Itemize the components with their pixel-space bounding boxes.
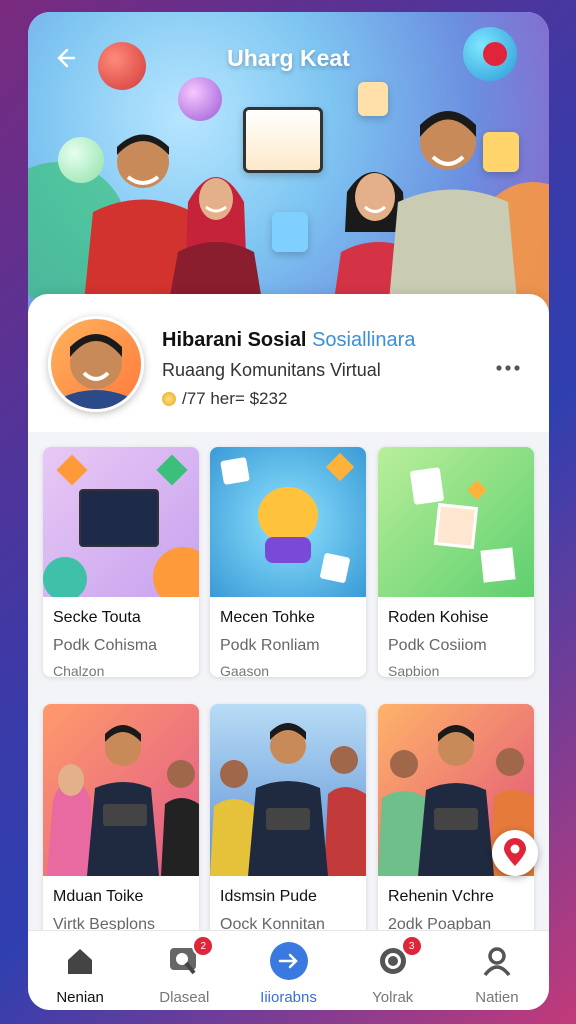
card-thumbnail <box>210 447 366 597</box>
chat-icon: 3 <box>373 935 423 981</box>
card-title: Idsmsin Pude <box>220 888 317 905</box>
star-icon <box>467 480 487 500</box>
coin-icon <box>162 392 176 406</box>
profile-name: Hibarani Sosial Sosiallinara <box>162 329 415 352</box>
search-chat-icon: 2 <box>164 935 215 981</box>
photo-sticker <box>409 467 445 505</box>
nav-item-profile[interactable]: Natien <box>445 931 549 1010</box>
person-illustration <box>388 111 518 312</box>
nav-label: Nenian <box>56 989 104 1006</box>
photo-sticker <box>433 503 479 549</box>
card-meta: Gaason <box>220 663 270 677</box>
mascot-illustration <box>258 487 318 543</box>
photo-sticker <box>319 552 351 584</box>
profile-subtitle: Ruaang Komunitans Virtual <box>162 360 381 380</box>
content-card[interactable]: Rehenin Vchre 2odk Poapban <box>378 704 534 939</box>
user-icon <box>477 941 517 981</box>
card-subtitle: Podk Cohisma <box>53 637 158 654</box>
card-meta: Chalzon <box>53 663 105 677</box>
card-title: Mduan Toike <box>53 888 144 905</box>
nav-item-home[interactable]: Nenian <box>28 931 132 1010</box>
card-meta: Sapbion <box>388 663 440 677</box>
nav-item-chat[interactable]: 3 Yolrak <box>341 931 445 1010</box>
star-icon <box>56 454 88 486</box>
profile-name-accent: Sosiallinara <box>312 329 416 351</box>
nav-item-center[interactable]: Iiiorabns <box>236 931 340 1010</box>
location-button[interactable] <box>492 830 538 876</box>
notification-badge: 3 <box>400 935 423 957</box>
card-title: Roden Kohise <box>388 609 489 626</box>
decor-blob <box>43 557 87 597</box>
card-subtitle: Podk Ronliam <box>220 637 320 654</box>
content-card[interactable]: Secke Touta Podk Cohisma Chalzon <box>43 447 199 677</box>
card-thumbnail <box>43 704 199 876</box>
avatar[interactable] <box>48 316 144 412</box>
nav-item-discover[interactable]: 2 Dlaseal <box>132 931 236 1010</box>
group-photo <box>47 725 199 876</box>
photo-sticker <box>220 456 250 486</box>
person-illustration <box>168 177 263 307</box>
content-card[interactable]: Mecen Tohke Podk Ronliam Gaason <box>210 447 366 677</box>
content-card[interactable]: Roden Kohise Podk Cosiiom Sapbion <box>378 447 534 677</box>
nav-label: Natien <box>475 989 519 1006</box>
card-title: Mecen Tohke <box>220 609 315 626</box>
more-dots-icon <box>496 365 520 371</box>
star-icon <box>325 452 355 482</box>
card-title: Rehenin Vchre <box>388 888 494 905</box>
more-options-button[interactable] <box>495 352 521 378</box>
profile-card: Hibarani Sosial Sosiallinara Ruaang Komu… <box>28 294 549 432</box>
notification-badge: 2 <box>192 935 215 957</box>
photo-sticker <box>272 212 308 252</box>
content-card[interactable]: Mduan Toike Virtk Besplons <box>43 704 199 939</box>
profile-stat-text: /77 her= $232 <box>182 389 288 408</box>
hero-banner: Uharg Keat <box>28 12 549 312</box>
nav-label: Yolrak <box>372 989 414 1006</box>
group-photo <box>210 723 366 876</box>
content-grid: Secke Touta Podk Cohisma Chalzon Mecen T… <box>28 432 549 939</box>
decor-blob <box>153 547 199 597</box>
home-icon <box>60 941 100 981</box>
arrow-right-icon <box>269 941 309 981</box>
star-icon <box>156 454 188 486</box>
screen-illustration <box>79 489 159 547</box>
app-screen: Uharg Keat Hibarani Sosial Sosiallinara … <box>28 12 549 1010</box>
card-thumbnail <box>378 447 534 597</box>
card-title: Secke Touta <box>53 609 141 626</box>
card-subtitle: Podk Cosiiom <box>388 637 487 654</box>
nav-label: Iiiorabns <box>260 989 317 1006</box>
location-pin-icon <box>504 838 526 866</box>
profile-stat: /77 her= $232 <box>162 389 287 409</box>
photo-sticker <box>480 547 516 583</box>
card-thumbnail <box>210 704 366 876</box>
content-card[interactable]: Idsmsin Pude Oock Konnitan <box>210 704 366 939</box>
page-title: Uharg Keat <box>227 45 350 71</box>
profile-name-main: Hibarani Sosial <box>162 329 307 351</box>
mascot-body <box>265 537 311 563</box>
nav-label: Dlaseal <box>159 989 210 1006</box>
bubble-icon <box>178 77 222 121</box>
bottom-navigation: Nenian 2 Dlaseal Iiiorabns 3 Yolrak Nati… <box>28 930 549 1010</box>
avatar-face <box>57 334 135 409</box>
card-thumbnail <box>43 447 199 597</box>
